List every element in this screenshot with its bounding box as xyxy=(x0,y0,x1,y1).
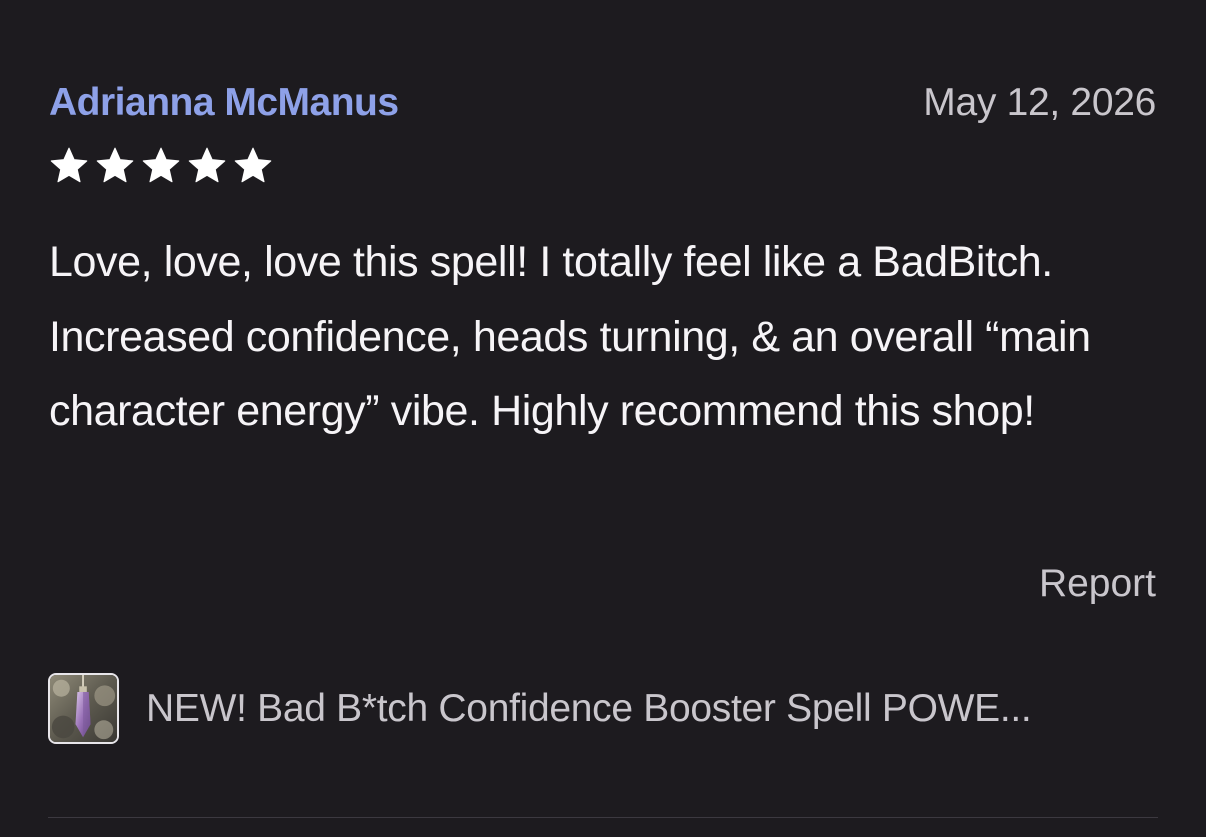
review-text: Love, love, love this spell! I totally f… xyxy=(49,238,1091,435)
crystal-pendant-thumbnail-icon xyxy=(50,675,117,742)
review-header: Adrianna McManus May 12, 2026 xyxy=(49,78,1156,128)
star-icon xyxy=(94,145,136,187)
report-button[interactable]: Report xyxy=(1039,562,1156,606)
review-date: May 12, 2026 xyxy=(923,81,1156,124)
star-rating xyxy=(48,145,274,187)
star-icon xyxy=(140,145,182,187)
review-card: Adrianna McManus May 12, 2026 Love, love… xyxy=(0,0,1206,837)
listing-link[interactable]: NEW! Bad B*tch Confidence Booster Spell … xyxy=(48,671,1158,746)
reviewer-name-link[interactable]: Adrianna McManus xyxy=(49,81,399,125)
star-icon xyxy=(48,145,90,187)
star-icon xyxy=(186,145,228,187)
star-icon xyxy=(232,145,274,187)
listing-thumbnail[interactable] xyxy=(48,673,119,744)
divider xyxy=(48,817,1158,818)
listing-title[interactable]: NEW! Bad B*tch Confidence Booster Spell … xyxy=(146,687,1031,731)
